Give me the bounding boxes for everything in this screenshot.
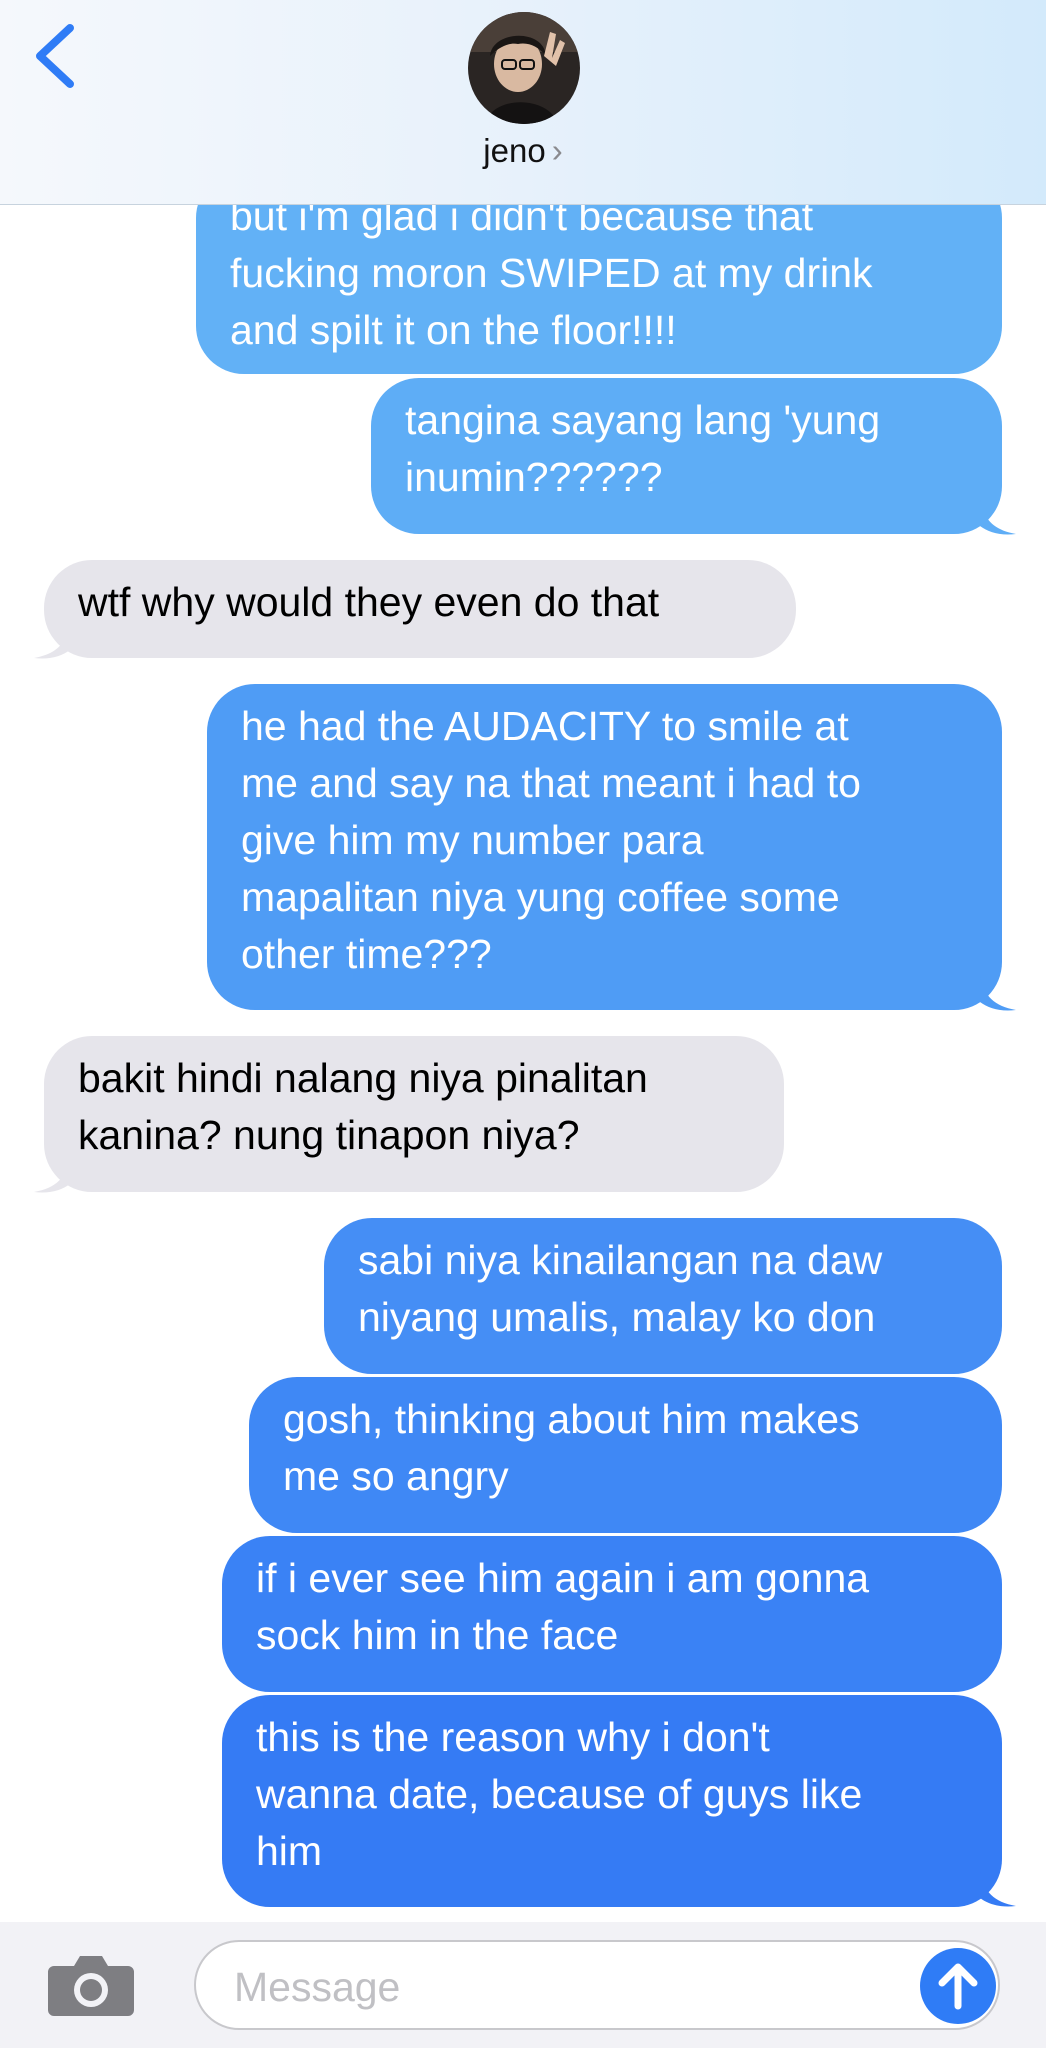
sent-message-bubble[interactable]: he had the AUDACITY to smile at me and s…	[207, 684, 1002, 1010]
bubble-tail	[34, 1158, 70, 1193]
received-message-bubble[interactable]: wtf why would they even do that	[44, 560, 796, 658]
received-message-bubble[interactable]: bakit hindi nalang niya pinalitan kanina…	[44, 1036, 784, 1192]
contact-name[interactable]: jeno ›	[0, 132, 1046, 170]
message-input[interactable]	[232, 1956, 876, 2018]
arrow-up-icon	[938, 1963, 978, 2010]
message-composer	[0, 1922, 1046, 2048]
message-input-field[interactable]	[194, 1940, 1000, 2030]
sent-message-bubble[interactable]: gosh, thinking about him makes me so ang…	[249, 1377, 1002, 1533]
conversation-header: jeno ›	[0, 0, 1046, 205]
avatar[interactable]	[468, 12, 580, 124]
bubble-tail	[34, 624, 70, 659]
contact-name-label: jeno	[483, 132, 546, 169]
camera-icon[interactable]	[48, 1952, 134, 2016]
chevron-left-icon[interactable]	[30, 24, 80, 88]
message-thread[interactable]: but i'm glad i didn't because that fucki…	[0, 0, 1046, 2048]
sent-message-bubble[interactable]: tangina sayang lang 'yung inumin??????	[371, 378, 1002, 534]
chevron-right-icon: ›	[551, 132, 563, 169]
sent-message-bubble[interactable]: sabi niya kinailangan na daw niyang umal…	[324, 1218, 1002, 1374]
send-button[interactable]	[920, 1948, 996, 2024]
bubble-tail	[980, 500, 1016, 535]
bubble-tail	[980, 1872, 1016, 1907]
sent-message-bubble[interactable]: this is the reason why i don't wanna dat…	[222, 1695, 1002, 1907]
bubble-tail	[980, 976, 1016, 1011]
sent-message-bubble[interactable]: if i ever see him again i am gonna sock …	[222, 1536, 1002, 1692]
